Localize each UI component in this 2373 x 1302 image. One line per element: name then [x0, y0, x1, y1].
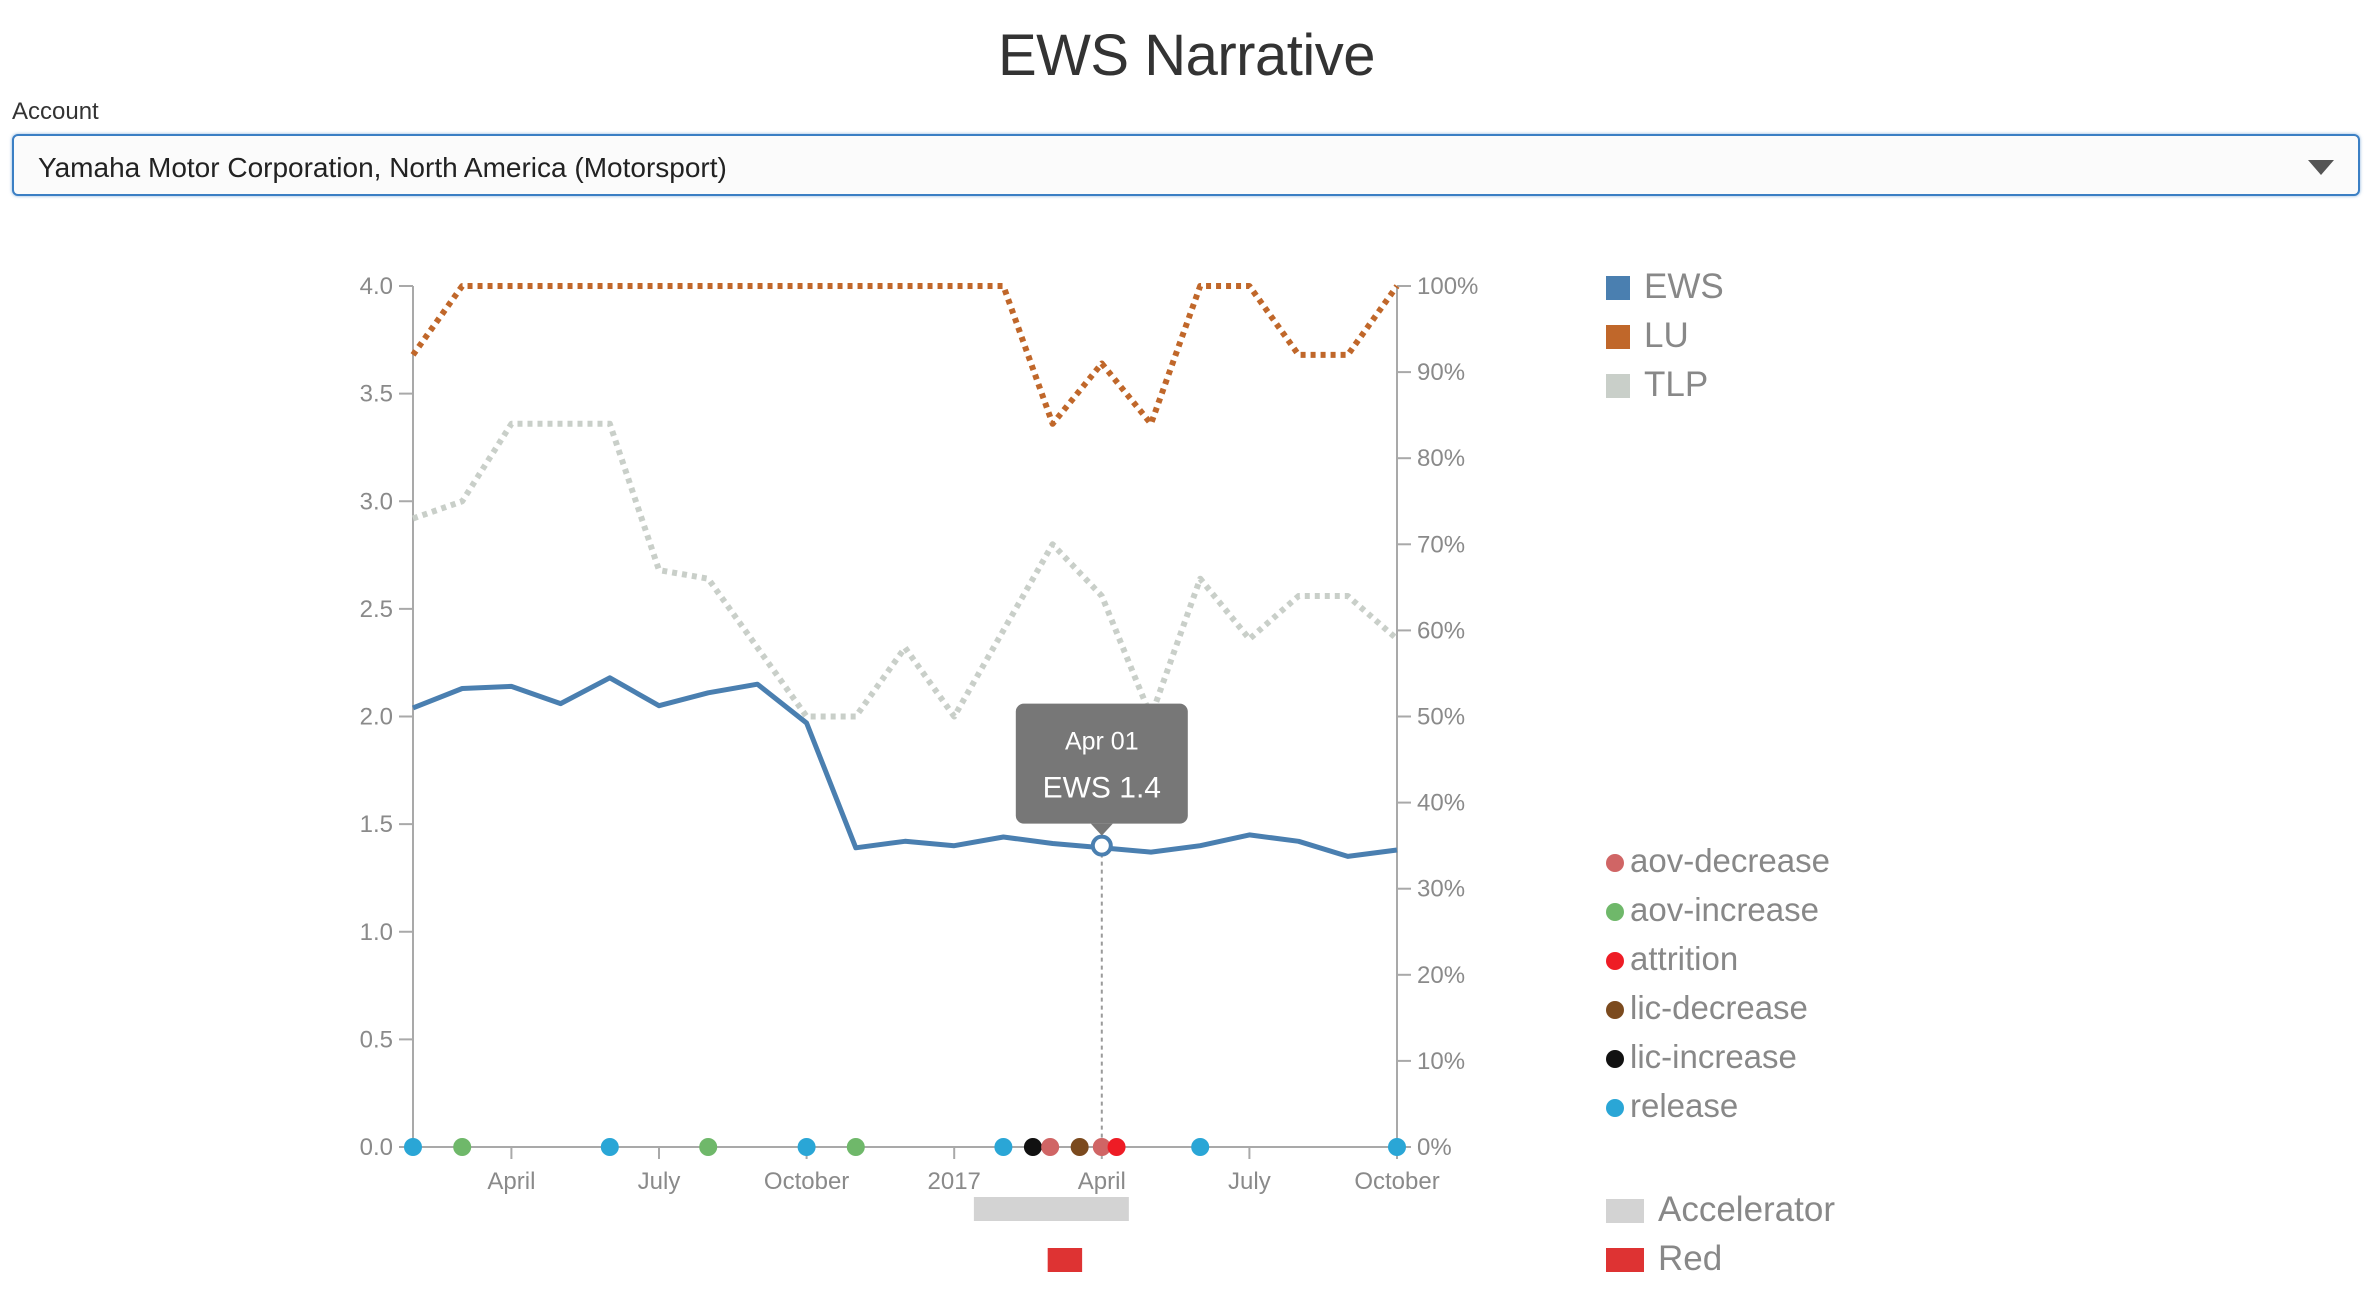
- x-tick-label: July: [1228, 1168, 1271, 1195]
- x-tick-label: October: [1354, 1168, 1439, 1195]
- legend-label: TLP: [1644, 365, 1709, 404]
- legend-label: lic-increase: [1630, 1038, 1797, 1075]
- legend-item-lic-decrease: lic-decrease: [1606, 989, 1808, 1029]
- legend-swatch: [1606, 903, 1624, 921]
- legend-swatch: [1606, 854, 1624, 872]
- y-left-tick-label: 1.0: [360, 919, 393, 946]
- event-dot-release: [600, 1138, 619, 1156]
- legend-item-aov-increase: aov-increase: [1606, 891, 1819, 931]
- legend-label: release: [1630, 1087, 1739, 1124]
- event-dot-lic-decrease: [1070, 1138, 1089, 1156]
- y-left-tick-label: 2.0: [360, 704, 393, 731]
- legend-label: aov-increase: [1630, 891, 1819, 928]
- legend-item-lic-increase: lic-increase: [1606, 1038, 1797, 1078]
- legend-label: lic-decrease: [1630, 989, 1808, 1026]
- legend-swatch: [1606, 276, 1630, 300]
- legend-swatch: [1606, 374, 1630, 398]
- y-left-tick-label: 1.5: [360, 811, 393, 838]
- y-right-tick-label: 70%: [1417, 531, 1465, 558]
- y-right-tick-label: 90%: [1417, 359, 1465, 386]
- legend-label: attrition: [1630, 940, 1739, 977]
- event-dot-aov-increase: [846, 1138, 865, 1156]
- event-dot-release: [1388, 1138, 1406, 1156]
- y-right-tick-label: 100%: [1417, 273, 1478, 300]
- legend-label: Red: [1658, 1239, 1723, 1278]
- event-dot-release: [797, 1138, 816, 1156]
- event-dot-aov-increase: [453, 1138, 472, 1156]
- series-line-lu: LU: [410, 283, 1400, 427]
- legend-label: Accelerator: [1658, 1190, 1836, 1229]
- y-right-tick-label: 10%: [1417, 1048, 1465, 1075]
- legend-label: EWS: [1644, 267, 1724, 306]
- legend-label: aov-decrease: [1630, 842, 1830, 879]
- legend-swatch: [1606, 952, 1624, 970]
- x-tick-label: April: [487, 1168, 535, 1195]
- legend-label: LU: [1644, 316, 1689, 355]
- tooltip-date: Apr 01: [1065, 728, 1139, 756]
- y-left-tick-label: 4.0: [360, 273, 393, 300]
- y-right-tick-label: 40%: [1417, 790, 1465, 817]
- legend-item-accelerator: Accelerator: [1606, 1190, 1835, 1230]
- event-dot-release: [1191, 1138, 1210, 1156]
- event-dot-release: [404, 1138, 422, 1156]
- y-left-tick-label: 2.5: [360, 596, 393, 623]
- tooltip-marker: [1090, 834, 1113, 857]
- legend-swatch: [1606, 1099, 1624, 1117]
- legend-item-attrition: attrition: [1606, 940, 1738, 980]
- legend-swatch: [1606, 1199, 1644, 1223]
- legend-item-ews: EWS: [1606, 267, 1724, 307]
- y-right-tick-label: 30%: [1417, 876, 1465, 903]
- legend-swatch: [1606, 1001, 1624, 1019]
- legend-item-aov-decrease: aov-decrease: [1606, 842, 1830, 882]
- y-right-tick-label: 80%: [1417, 445, 1465, 472]
- zone-bar-accelerator: [973, 1197, 1129, 1221]
- x-tick-label: July: [638, 1168, 681, 1195]
- x-tick-label: 2017: [928, 1168, 981, 1195]
- event-dot-attrition: [1107, 1138, 1126, 1156]
- legend-item-release: release: [1606, 1087, 1738, 1127]
- legend-swatch: [1606, 325, 1630, 349]
- x-tick-label: April: [1078, 1168, 1126, 1195]
- y-right-tick-label: 20%: [1417, 962, 1465, 989]
- x-tick-label: October: [764, 1168, 849, 1195]
- event-dot-release: [994, 1138, 1013, 1156]
- event-dot-lic-increase: [1023, 1138, 1042, 1156]
- y-left-tick-label: 3.5: [360, 381, 393, 408]
- legend-item-tlp: TLP: [1606, 365, 1708, 405]
- tooltip-value: EWS 1.4: [1043, 772, 1161, 805]
- y-left-tick-label: 0.5: [360, 1026, 393, 1053]
- y-right-tick-label: 60%: [1417, 617, 1465, 644]
- y-left-tick-label: 0.0: [360, 1134, 393, 1161]
- event-dot-aov-increase: [699, 1138, 718, 1156]
- y-right-tick-label: 50%: [1417, 704, 1465, 731]
- legend-item-red: Red: [1606, 1239, 1722, 1279]
- legend-swatch: [1606, 1248, 1644, 1272]
- series-line-ews: EWS: [412, 675, 1398, 859]
- y-right-tick-label: 0%: [1417, 1134, 1452, 1161]
- tooltip-pointer: [1090, 823, 1113, 836]
- ews-chart: 0.0 0.5 1.0 1.5 2.0 2.5 3.0 3.5 4.0 0% 10% 20% 30% 40…: [360, 273, 1478, 1272]
- y-left-tick-label: 3.0: [360, 488, 393, 515]
- series-line-tlp: TLP: [412, 420, 1399, 720]
- event-dot-aov-decrease: [1041, 1138, 1060, 1156]
- legend-item-lu: LU: [1606, 316, 1689, 356]
- legend-swatch: [1606, 1050, 1624, 1068]
- tooltip-box: [1015, 703, 1188, 824]
- zone-bar-red: [1047, 1248, 1083, 1272]
